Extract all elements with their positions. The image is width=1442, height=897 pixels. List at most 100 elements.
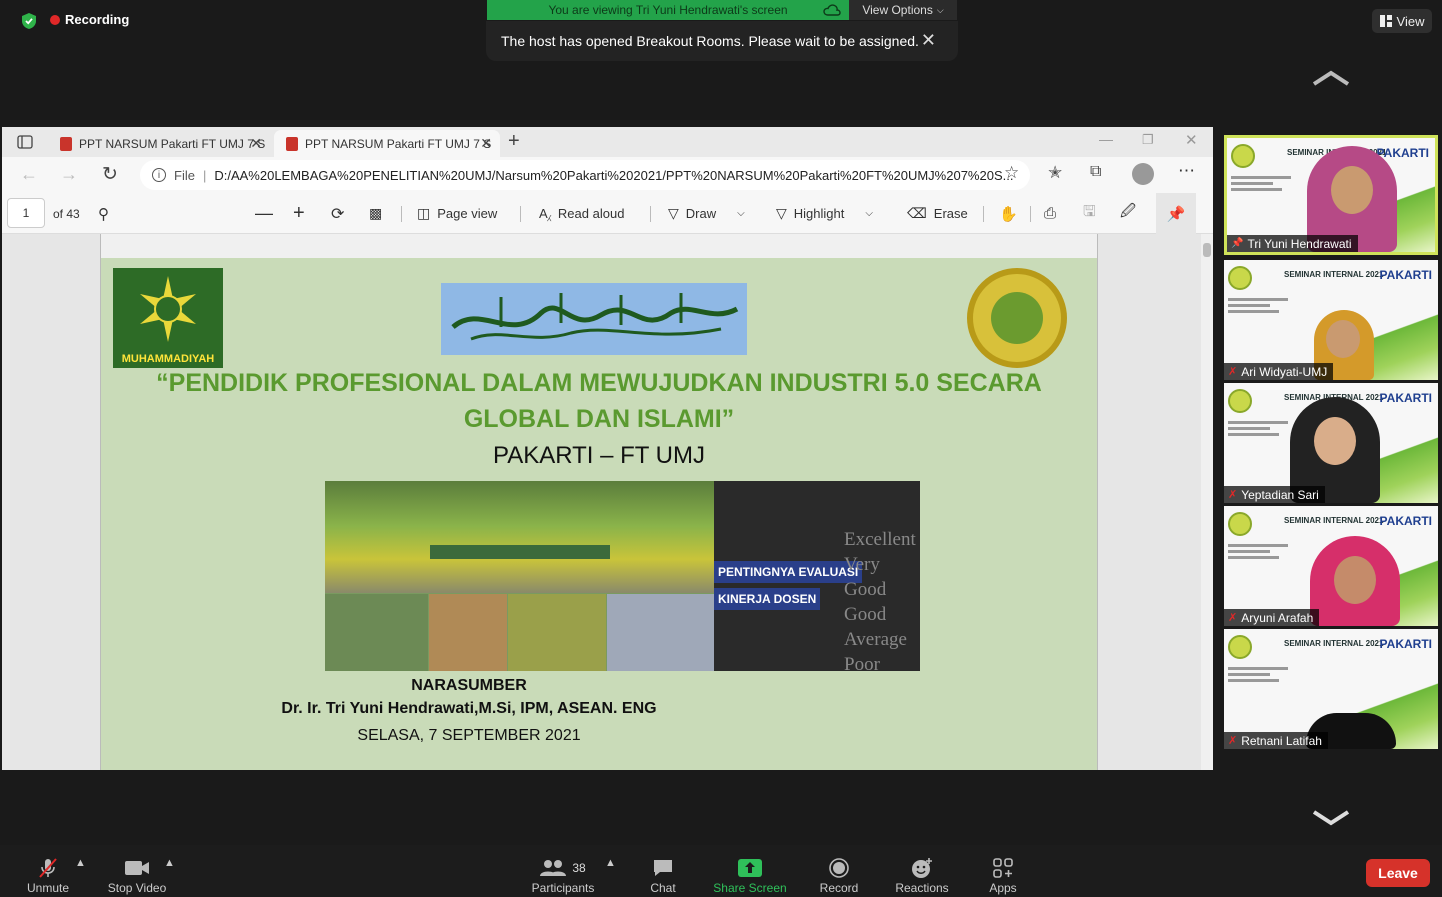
participants-button[interactable]: 38 Participants (528, 849, 598, 895)
chevron-down-icon[interactable]: ⌵ (737, 208, 745, 219)
close-tab-icon[interactable]: ✕ (250, 135, 262, 152)
kinerja-image: PENTINGNYA EVALUASI KINERJA DOSEN Excell… (714, 481, 920, 675)
video-camera-icon (124, 855, 150, 881)
collections-icon[interactable]: ⧉ (1090, 163, 1101, 181)
video-tile[interactable]: SEMINAR INTERNAL 2021 PAKARTI ✗ Ari Widy… (1224, 260, 1438, 380)
muhammadiyah-label: MUHAMMADIYAH (121, 353, 215, 365)
read-aloud-button[interactable]: A⁁ Read aloud (539, 193, 624, 234)
page-number-input[interactable]: 1 (7, 198, 45, 228)
reactions-button[interactable]: Reactions (892, 849, 952, 895)
share-screen-label: Share Screen (713, 881, 787, 895)
search-icon[interactable]: ⚲ (98, 193, 109, 234)
save-as-icon[interactable]: 🖉 (1120, 193, 1136, 234)
refresh-icon[interactable]: ↻ (102, 163, 118, 186)
favorite-add-icon[interactable]: ☆ (1004, 163, 1019, 183)
rating-item: Very Good (844, 554, 887, 600)
tab-actions-icon[interactable] (17, 135, 33, 149)
view-button[interactable]: View (1372, 9, 1432, 33)
rotate-icon[interactable]: ⟳ (331, 193, 344, 234)
video-tile[interactable]: SEMINAR INTERNAL 2021 PAKARTI 📌 Tri Yuni… (1224, 135, 1438, 255)
zoom-in-icon[interactable]: + (293, 193, 305, 234)
pakarti-logo-text: PAKARTI (1379, 514, 1432, 528)
profile-avatar[interactable] (1132, 163, 1154, 185)
file-scheme-label: File (174, 167, 195, 183)
view-options-button[interactable]: View Options ⌵ (849, 0, 957, 20)
narasumber-label: NARASUMBER (411, 677, 527, 694)
security-shield-icon[interactable] (18, 10, 40, 32)
record-icon (829, 855, 849, 881)
pdf-scroll-thumb[interactable] (1203, 243, 1211, 257)
video-tile[interactable]: SEMINAR INTERNAL 2021 PAKARTI ✗ Aryuni A… (1224, 506, 1438, 626)
view-button-label: View (1396, 13, 1425, 29)
share-screen-button[interactable]: Share Screen (710, 849, 790, 895)
bismillah-calligraphy (441, 283, 747, 355)
scroll-up-chevron-icon[interactable] (1312, 68, 1350, 88)
slide-title-line2: GLOBAL DAN ISLAMI” (463, 405, 735, 433)
event-date: SELASA, 7 SEPTEMBER 2021 (357, 727, 581, 744)
save-icon[interactable]: 🖫 (1083, 193, 1096, 234)
erase-button[interactable]: ⌫ Erase (907, 193, 968, 234)
muted-mic-icon: ✗ (1228, 489, 1238, 501)
leave-button[interactable]: Leave (1366, 859, 1430, 887)
address-bar: ← → ↻ i File | D:/AA%20LEMBAGA%20PENELIT… (2, 157, 1213, 193)
muted-mic-icon: ✗ (1228, 612, 1238, 624)
participants-icon-row: 38 (540, 855, 586, 881)
viewing-banner: You are viewing Tri Yuni Hendrawati's sc… (487, 0, 849, 20)
meeting-toolbar: Unmute ▲ Stop Video ▲ 38 Participants ▲ … (0, 845, 1442, 897)
page-view-icon: ◫ (417, 205, 431, 221)
tab-pdf-1[interactable]: PPT NARSUM Pakarti FT UMJ 7 S ✕ (48, 130, 270, 157)
url-field[interactable]: i File | D:/AA%20LEMBAGA%20PENELITIAN%20… (140, 160, 1030, 190)
participant-name-bar: ✗ Aryuni Arafah (1224, 609, 1320, 626)
tab-pdf-2[interactable]: PPT NARSUM Pakarti FT UMJ 7 S ✕ (274, 130, 500, 157)
pakarti-logo-text: PAKARTI (1379, 268, 1432, 282)
forward-icon[interactable]: → (60, 164, 78, 185)
zoom-out-icon[interactable]: — (255, 193, 273, 234)
tab-label: PPT NARSUM Pakarti FT UMJ 7 S (305, 136, 492, 151)
apps-button[interactable]: Apps (986, 849, 1020, 895)
grid-view-icon (1379, 15, 1392, 27)
stop-video-button[interactable]: Stop Video (104, 849, 170, 895)
pin-toolbar-icon[interactable]: 📌 (1156, 193, 1196, 234)
page-view-button[interactable]: ◫ Page view (417, 193, 497, 234)
participant-video (1310, 536, 1400, 626)
pdf-scrollbar[interactable] (1201, 234, 1213, 770)
participants-count: 38 (572, 861, 586, 875)
close-icon[interactable]: ✕ (921, 30, 936, 51)
participants-options-chevron-icon[interactable]: ▲ (605, 857, 616, 869)
print-icon[interactable]: ⎙ (1044, 193, 1056, 234)
video-options-chevron-icon[interactable]: ▲ (164, 857, 175, 869)
recording-indicator[interactable]: Recording (50, 12, 129, 27)
audio-options-chevron-icon[interactable]: ▲ (75, 857, 86, 869)
touch-write-icon[interactable]: ✋ (999, 193, 1018, 234)
chevron-down-icon[interactable]: ⌵ (865, 208, 873, 219)
record-button[interactable]: Record (816, 849, 862, 895)
chat-button[interactable]: Chat (646, 849, 680, 895)
favorites-icon[interactable]: ✭ (1048, 163, 1062, 183)
apps-label: Apps (989, 881, 1017, 895)
unmute-button[interactable]: Unmute (24, 849, 72, 895)
scroll-down-chevron-icon[interactable] (1312, 808, 1350, 828)
participant-name-bar: ✗ Ari Widyati-UMJ (1224, 363, 1334, 380)
draw-button[interactable]: ▽ Draw ⌵ (668, 193, 745, 234)
highlight-button[interactable]: ▽ Highlight ⌵ (776, 193, 873, 234)
chat-label: Chat (650, 881, 676, 895)
video-tile[interactable]: SEMINAR INTERNAL 2021 PAKARTI ✗ Yeptadia… (1224, 383, 1438, 503)
fit-page-icon[interactable]: ▩ (369, 193, 382, 234)
video-tile[interactable]: SEMINAR INTERNAL 2021 PAKARTI ✗ Retnani … (1224, 629, 1438, 749)
seminar-banner-text: SEMINAR INTERNAL 2021 (1284, 270, 1384, 279)
more-menu-icon[interactable]: ⋯ (1178, 161, 1195, 181)
highlight-label: Highlight (793, 206, 845, 221)
pdf-viewer[interactable]: MUHAMMADIYAH “PENDIDIK PROFESIONAL DALAM… (2, 234, 1213, 770)
breakout-notice: The host has opened Breakout Rooms. Plea… (486, 21, 958, 61)
close-tab-icon[interactable]: ✕ (480, 135, 492, 152)
new-tab-icon[interactable]: + (508, 130, 520, 153)
participant-name: Yeptadian Sari (1241, 487, 1319, 502)
minimize-icon[interactable]: — (1099, 131, 1113, 147)
close-window-icon[interactable]: ✕ (1185, 131, 1198, 149)
tab-bar: PPT NARSUM Pakarti FT UMJ 7 S ✕ PPT NARS… (2, 127, 1213, 157)
page-total: of 43 (53, 193, 80, 234)
draw-label: Draw (685, 206, 717, 221)
pdf-file-icon (286, 136, 298, 151)
maximize-icon[interactable]: ❐ (1142, 132, 1154, 148)
back-icon[interactable]: ← (20, 164, 38, 185)
